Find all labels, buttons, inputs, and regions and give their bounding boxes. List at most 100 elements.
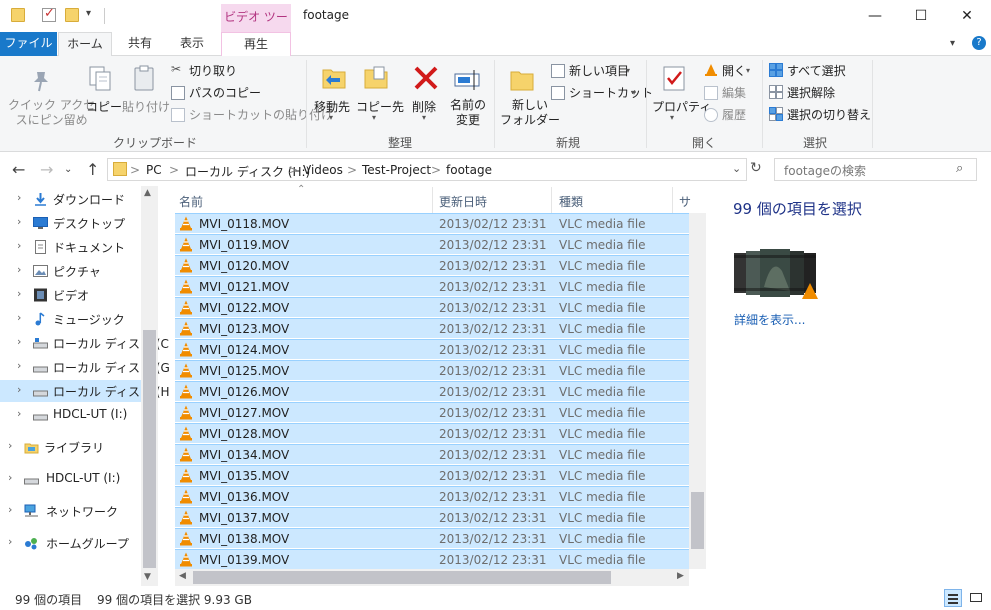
large-icons-view-button[interactable]: [967, 589, 985, 607]
up-arrow-icon[interactable]: ↑: [86, 160, 99, 179]
sidebar-item-music[interactable]: › ミュージック: [0, 308, 142, 330]
breadcrumb-separator[interactable]: >: [130, 163, 140, 177]
maximize-button[interactable]: ☐: [898, 0, 944, 32]
table-row[interactable]: MVI_0123.MOV 2013/02/12 23:31 VLC media fi…: [175, 318, 689, 338]
expand-chevron-icon[interactable]: ›: [17, 287, 21, 300]
back-arrow-icon[interactable]: ←: [12, 160, 25, 179]
show-details-link[interactable]: 詳細を表示...: [734, 311, 805, 328]
expand-chevron-icon[interactable]: ›: [17, 311, 21, 324]
paste-shortcut-button[interactable]: ショートカットの貼り付け: [189, 106, 333, 123]
edit-button[interactable]: 編集: [722, 84, 746, 101]
expand-chevron-icon[interactable]: ›: [17, 359, 21, 372]
sidebar-item-drive-c[interactable]: › ローカル ディスク (C: [0, 332, 169, 354]
sidebar-item-libraries[interactable]: › ライブラリ: [0, 436, 142, 458]
quick-access-dropdown-icon[interactable]: ▾: [86, 8, 91, 19]
properties-button[interactable]: プロパティ: [652, 98, 711, 115]
expand-chevron-icon[interactable]: ›: [17, 407, 21, 420]
recent-dropdown-icon[interactable]: ⌄: [64, 164, 72, 175]
table-row[interactable]: MVI_0125.MOV 2013/02/12 23:31 VLC media fi…: [175, 360, 689, 380]
column-header-name[interactable]: 名前: [179, 193, 203, 210]
cut-button[interactable]: 切り取り: [189, 62, 237, 79]
properties-quick-icon[interactable]: [42, 6, 56, 22]
details-view-button[interactable]: [944, 589, 962, 607]
table-row[interactable]: MVI_0126.MOV 2013/02/12 23:31 VLC media fi…: [175, 381, 689, 401]
sidebar-item-drive-g[interactable]: › ローカル ディスク (G: [0, 356, 170, 378]
expand-chevron-icon[interactable]: ›: [17, 263, 21, 276]
sidebar-item-hdcl-ut-root[interactable]: › HDCL-UT (I:): [0, 468, 142, 490]
scroll-left-icon[interactable]: ◀: [179, 571, 186, 581]
history-button[interactable]: 履歴: [722, 106, 746, 123]
sidebar-item-downloads[interactable]: › ダウンロード: [0, 188, 142, 210]
search-input[interactable]: footageの検索 ⌕: [774, 158, 977, 181]
minimize-button[interactable]: —: [852, 0, 898, 32]
horizontal-scrollbar-thumb[interactable]: [193, 571, 611, 584]
copy-button[interactable]: コピー: [86, 98, 122, 115]
expand-chevron-icon[interactable]: ›: [8, 471, 12, 484]
new-folder-button[interactable]: 新しい フォルダー: [500, 98, 560, 128]
tab-play[interactable]: 再生: [221, 32, 291, 56]
table-row[interactable]: MVI_0124.MOV 2013/02/12 23:31 VLC media fi…: [175, 339, 689, 359]
sidebar-item-drive-h[interactable]: › ローカル ディスク (H: [0, 380, 170, 402]
expand-chevron-icon[interactable]: ›: [17, 383, 21, 396]
easy-access-button[interactable]: ショートカット: [569, 84, 653, 101]
open-button[interactable]: 開く: [722, 62, 746, 79]
divider[interactable]: [432, 187, 433, 213]
divider[interactable]: [551, 187, 552, 213]
table-row[interactable]: MVI_0135.MOV 2013/02/12 23:31 VLC media fi…: [175, 465, 689, 485]
scroll-right-icon[interactable]: ▶: [677, 571, 684, 581]
pin-quick-access-button[interactable]: クイック アクセ スにピン留め: [8, 98, 95, 128]
forward-arrow-icon[interactable]: →: [40, 160, 53, 179]
expand-chevron-icon[interactable]: ›: [17, 239, 21, 252]
breadcrumb-separator[interactable]: >: [347, 163, 357, 177]
new-folder-quick-icon[interactable]: [65, 8, 79, 22]
expand-chevron-icon[interactable]: ›: [17, 215, 21, 228]
table-row[interactable]: MVI_0137.MOV 2013/02/12 23:31 VLC media fi…: [175, 507, 689, 527]
address-dropdown-icon[interactable]: ⌄: [732, 162, 741, 175]
expand-chevron-icon[interactable]: ›: [17, 335, 21, 348]
paste-button[interactable]: 貼り付け: [122, 98, 170, 115]
sidebar-item-network[interactable]: › ネットワーク: [0, 500, 142, 522]
copy-to-button[interactable]: コピー先: [356, 98, 404, 115]
expand-chevron-icon[interactable]: ›: [17, 191, 21, 204]
sidebar-item-desktop[interactable]: › デスクトップ: [0, 212, 142, 234]
tab-view[interactable]: 表示: [168, 32, 216, 56]
sidebar-item-videos[interactable]: › ビデオ: [0, 284, 142, 306]
expand-chevron-icon[interactable]: ›: [8, 535, 12, 548]
select-none-button[interactable]: 選択解除: [787, 84, 835, 101]
copy-path-button[interactable]: パスのコピー: [189, 84, 261, 101]
breadcrumb-videos[interactable]: Videos: [303, 163, 343, 177]
breadcrumb-test-project[interactable]: Test-Project: [362, 163, 431, 177]
breadcrumb-footage[interactable]: footage: [446, 163, 492, 177]
rename-button[interactable]: 名前の 変更: [450, 98, 486, 128]
scroll-up-icon[interactable]: ▲: [144, 188, 151, 198]
select-all-button[interactable]: すべて選択: [787, 62, 846, 79]
tab-share[interactable]: 共有: [115, 32, 165, 56]
table-row[interactable]: MVI_0121.MOV 2013/02/12 23:31 VLC media fi…: [175, 276, 689, 296]
table-row[interactable]: MVI_0120.MOV 2013/02/12 23:31 VLC media fi…: [175, 255, 689, 275]
collapse-ribbon-icon[interactable]: ▾: [950, 38, 955, 49]
expand-chevron-icon[interactable]: ›: [8, 503, 12, 516]
help-button[interactable]: ?: [972, 36, 986, 50]
search-icon[interactable]: ⌕: [956, 161, 963, 176]
column-header-date[interactable]: 更新日時: [439, 193, 487, 210]
refresh-icon[interactable]: ↻: [750, 160, 762, 176]
table-row[interactable]: MVI_0136.MOV 2013/02/12 23:31 VLC media fi…: [175, 486, 689, 506]
table-row[interactable]: MVI_0138.MOV 2013/02/12 23:31 VLC media fi…: [175, 528, 689, 548]
invert-selection-button[interactable]: 選択の切り替え: [787, 106, 871, 123]
address-bar[interactable]: > PC > ローカル ディスク (H:) > Videos > Test-Pr…: [107, 158, 747, 181]
new-item-button[interactable]: 新しい項目: [569, 62, 629, 79]
column-header-size[interactable]: サ: [679, 193, 691, 210]
table-row[interactable]: MVI_0127.MOV 2013/02/12 23:31 VLC media fi…: [175, 402, 689, 422]
table-row[interactable]: MVI_0122.MOV 2013/02/12 23:31 VLC media fi…: [175, 297, 689, 317]
breadcrumb-separator[interactable]: >: [431, 163, 441, 177]
nav-scrollbar-thumb[interactable]: [143, 330, 156, 568]
table-row[interactable]: MVI_0118.MOV 2013/02/12 23:31 VLC media fi…: [175, 213, 689, 233]
expand-chevron-icon[interactable]: ›: [8, 439, 12, 452]
breadcrumb-pc[interactable]: PC: [146, 163, 162, 177]
close-button[interactable]: ✕: [944, 0, 990, 32]
sidebar-item-homegroup[interactable]: › ホームグループ: [0, 532, 142, 554]
tab-file[interactable]: ファイル: [0, 32, 57, 56]
column-header-type[interactable]: 種類: [559, 193, 583, 210]
table-row[interactable]: MVI_0139.MOV 2013/02/12 23:31 VLC media fi…: [175, 549, 689, 569]
breadcrumb-separator[interactable]: >: [288, 163, 298, 177]
